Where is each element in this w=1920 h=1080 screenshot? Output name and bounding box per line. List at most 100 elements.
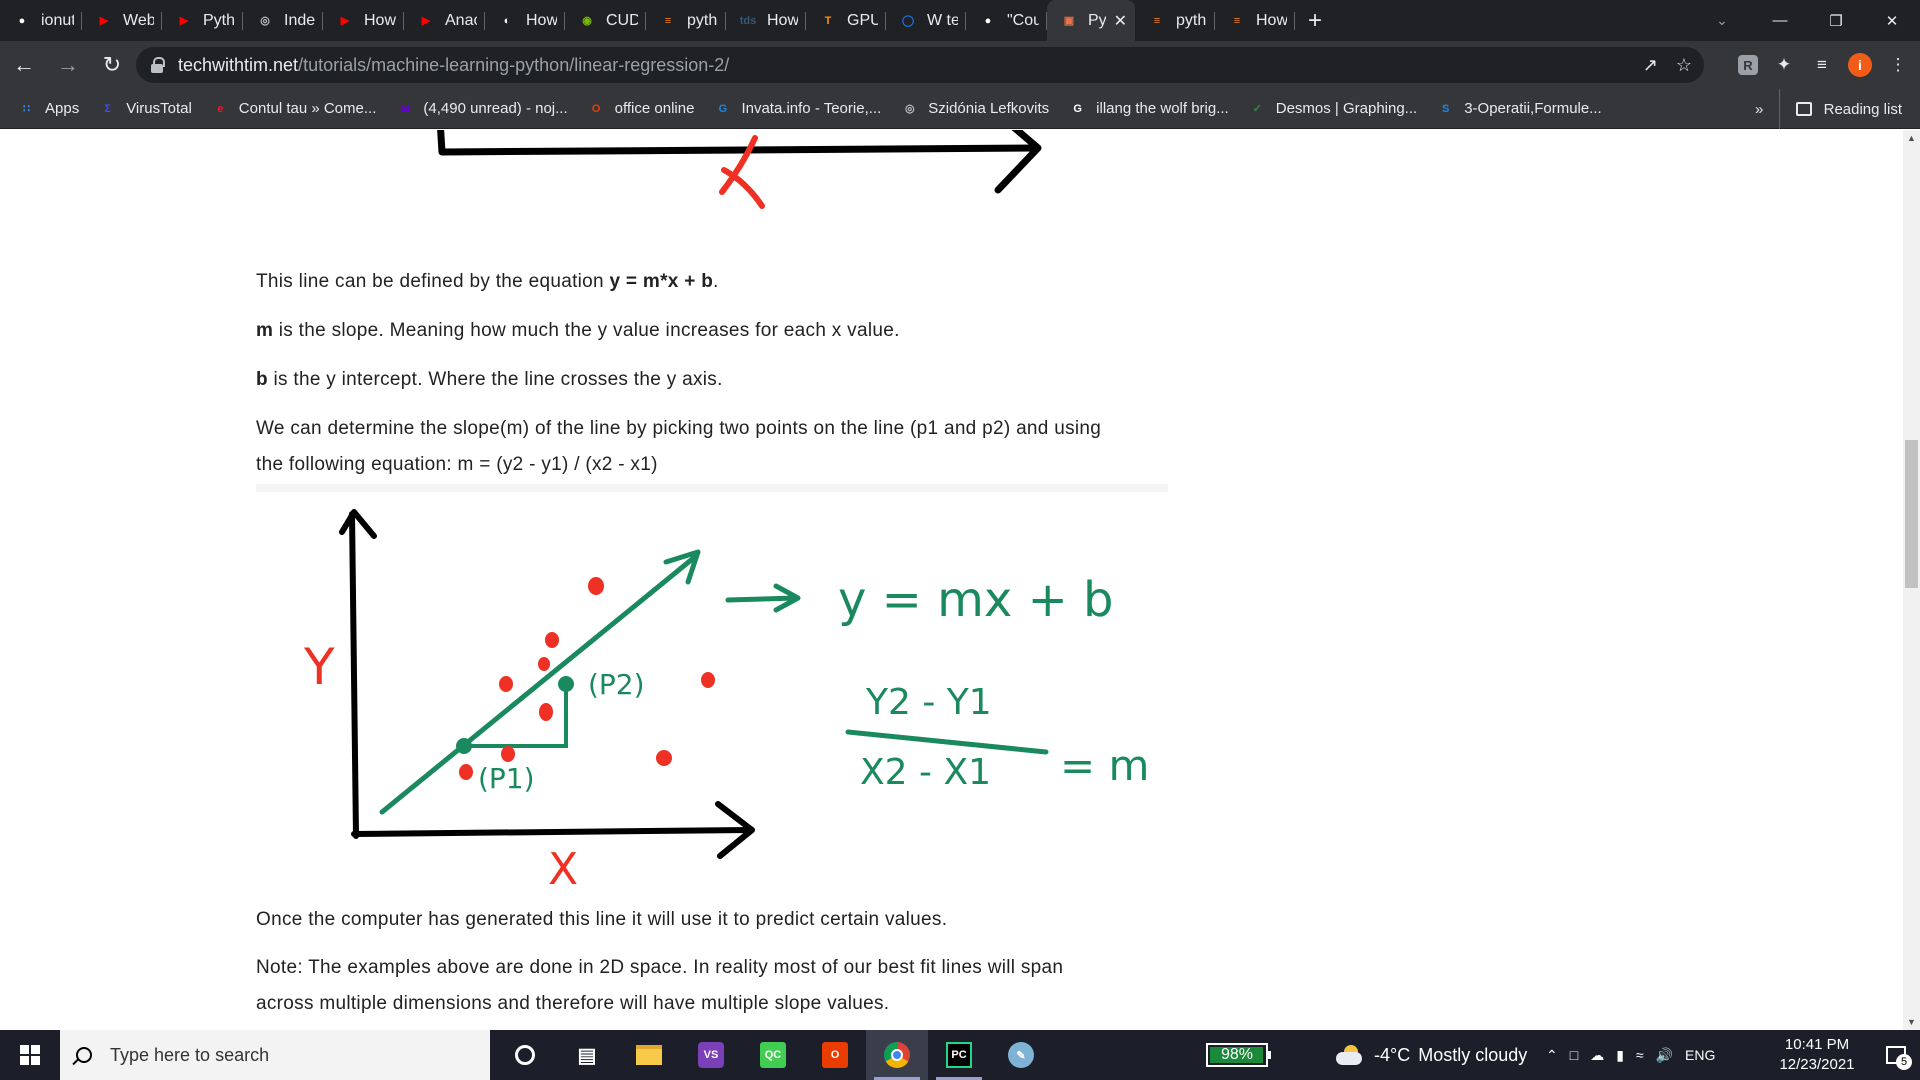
address-bar[interactable]: techwithtim.net/tutorials/machine-learni…	[136, 47, 1704, 83]
partly-cloudy-icon	[1336, 1045, 1364, 1065]
new-tab-button[interactable]: +	[1295, 0, 1335, 41]
point-p1	[456, 738, 472, 754]
paragraph-prediction: Once the computer has generated this lin…	[256, 909, 948, 930]
scroll-thumb[interactable]	[1905, 440, 1918, 588]
stackoverflow-icon: ≡	[664, 14, 672, 27]
page-scrollbar[interactable]: ▲ ▼	[1903, 130, 1920, 1030]
browser-tab[interactable]: ≡ How to	[1215, 0, 1295, 41]
browser-tab[interactable]: ▣ Pyt ✕	[1047, 0, 1135, 41]
cortana-icon	[512, 1042, 538, 1068]
bookmark-item[interactable]: G Invata.info - Teorie,...	[714, 100, 882, 117]
browser-tab[interactable]: ◉ CUDA T	[565, 0, 646, 41]
techwithtim-icon: ▣	[1063, 15, 1075, 27]
pycharm-button[interactable]: PC	[928, 1030, 990, 1080]
browser-tab[interactable]: ≡ python	[646, 0, 726, 41]
browser-tab[interactable]: ▶ Anacon	[404, 0, 485, 41]
start-button[interactable]	[0, 1030, 60, 1080]
weather-widget[interactable]: -4°C Mostly cloudy	[1336, 1030, 1527, 1080]
battery-icon[interactable]: ▮	[1616, 1047, 1624, 1064]
restore-button[interactable]: ❐	[1808, 0, 1864, 41]
minimize-button[interactable]: —	[1752, 0, 1808, 41]
browser-tab[interactable]: ▶ How to	[323, 0, 404, 41]
web-page: This line can be defined by the equation…	[0, 130, 1903, 1030]
data-point	[499, 676, 513, 692]
bookmark-item[interactable]: ◎ Szidónia Lefkovits	[901, 100, 1049, 117]
browser-tab[interactable]: ▶ Web Sc	[82, 0, 162, 41]
bookmark-item[interactable]: Σ VirusTotal	[99, 100, 191, 117]
cortana-button[interactable]	[494, 1030, 556, 1080]
tds-icon: tds	[739, 14, 757, 27]
office-button[interactable]: O	[804, 1030, 866, 1080]
language-indicator[interactable]: ENG	[1685, 1047, 1715, 1063]
scroll-down-arrow[interactable]: ▼	[1903, 1014, 1920, 1030]
bookmark-item[interactable]: S 3-Operatii,Formule...	[1437, 100, 1602, 117]
bookmark-item[interactable]: e Contul tau » Come...	[212, 100, 377, 117]
tab-title: GPU su	[847, 11, 878, 29]
close-tab-icon[interactable]: ✕	[1114, 11, 1127, 31]
task-view-button[interactable]: ▤	[556, 1030, 618, 1080]
url-text[interactable]: techwithtim.net/tutorials/machine-learni…	[178, 55, 729, 76]
browser-tab[interactable]: ◎ Index o	[243, 0, 323, 41]
data-point	[588, 577, 604, 595]
close-window-button[interactable]: ✕	[1864, 0, 1920, 41]
battery-percent: 98%	[1220, 1046, 1254, 1063]
browser-tab[interactable]: T GPU su	[806, 0, 886, 41]
reload-button[interactable]: ↻	[92, 45, 132, 85]
visual-studio-button[interactable]: VS	[680, 1030, 742, 1080]
bookmark-label: Contul tau » Come...	[238, 100, 377, 117]
battery-indicator[interactable]: 98%	[1206, 1043, 1271, 1067]
tab-title: W tens	[927, 11, 958, 29]
browser-tab[interactable]: ● "Could	[966, 0, 1047, 41]
more-bookmarks-button[interactable]: »	[1755, 89, 1763, 129]
data-point	[701, 672, 715, 688]
onedrive-icon[interactable]: ☁	[1590, 1047, 1604, 1064]
qt-creator-button[interactable]: QC	[742, 1030, 804, 1080]
invata-icon: G	[718, 102, 728, 115]
browser-tab[interactable]: ▶ Python	[162, 0, 243, 41]
menu-kebab-icon[interactable]: ⋮	[1886, 53, 1910, 77]
bookmark-item[interactable]: ∷ Apps	[18, 100, 79, 117]
wifi-icon[interactable]: ≈	[1636, 1047, 1644, 1063]
browser-tab[interactable]: ◐ How to	[485, 0, 565, 41]
visual-studio-icon: VS	[698, 1042, 724, 1068]
previous-figure-x-arrowhead	[994, 130, 1042, 194]
taskbar-search[interactable]: Type here to search	[60, 1030, 490, 1080]
browser-tab[interactable]: ≡ python	[1135, 0, 1215, 41]
file-explorer-button[interactable]	[618, 1030, 680, 1080]
tab-title: Web Sc	[123, 11, 154, 29]
scroll-up-arrow[interactable]: ▲	[1903, 130, 1920, 146]
browser-tab[interactable]: ◯ W tens	[886, 0, 966, 41]
paint-button[interactable]: ✎	[990, 1030, 1052, 1080]
arrow-left-icon: ←	[13, 52, 35, 77]
browser-tab[interactable]: tds How to	[726, 0, 806, 41]
reading-list-label: Reading list	[1823, 100, 1902, 118]
forward-button[interactable]: →	[48, 45, 88, 85]
taskbar-clock[interactable]: 10:41 PM 12/23/2021	[1762, 1035, 1872, 1075]
chrome-button[interactable]	[866, 1030, 928, 1080]
meet-now-icon[interactable]: □	[1570, 1047, 1578, 1063]
extension-r-icon[interactable]: R	[1738, 55, 1758, 75]
reading-list-button[interactable]: Reading list	[1778, 89, 1902, 129]
globe-icon: ◎	[904, 103, 915, 115]
paint-icon: ✎	[1008, 1042, 1034, 1068]
media-control-icon[interactable]: ≡	[1810, 53, 1834, 77]
extensions-puzzle-icon[interactable]: ✦	[1772, 53, 1796, 77]
back-button[interactable]: ←	[4, 45, 44, 85]
profile-avatar[interactable]: i	[1848, 53, 1872, 77]
tab-title: ionutn	[41, 11, 74, 29]
bookmark-item[interactable]: Gillang the wolf brig...	[1069, 100, 1228, 117]
office-icon: O	[822, 1042, 848, 1068]
bookmark-item[interactable]: Ooffice online	[588, 100, 695, 117]
data-points	[459, 577, 715, 780]
bookmark-item[interactable]: ✉ (4,490 unread) - noj...	[396, 100, 567, 117]
bookmark-item[interactable]: ✓ Desmos | Graphing...	[1249, 100, 1418, 117]
bookmark-star-icon[interactable]: ☆	[1676, 55, 1692, 76]
share-icon[interactable]: ↗	[1643, 55, 1658, 76]
tab-search-button[interactable]: ⌄	[1702, 0, 1742, 41]
chevron-up-icon[interactable]: ⌃	[1546, 1047, 1558, 1064]
reload-icon: ↻	[102, 52, 122, 77]
data-point	[501, 746, 515, 762]
browser-tab[interactable]: ● ionutn	[0, 0, 82, 41]
notification-center-button[interactable]: 5	[1872, 1030, 1920, 1080]
volume-icon[interactable]: 🔊	[1656, 1047, 1673, 1064]
